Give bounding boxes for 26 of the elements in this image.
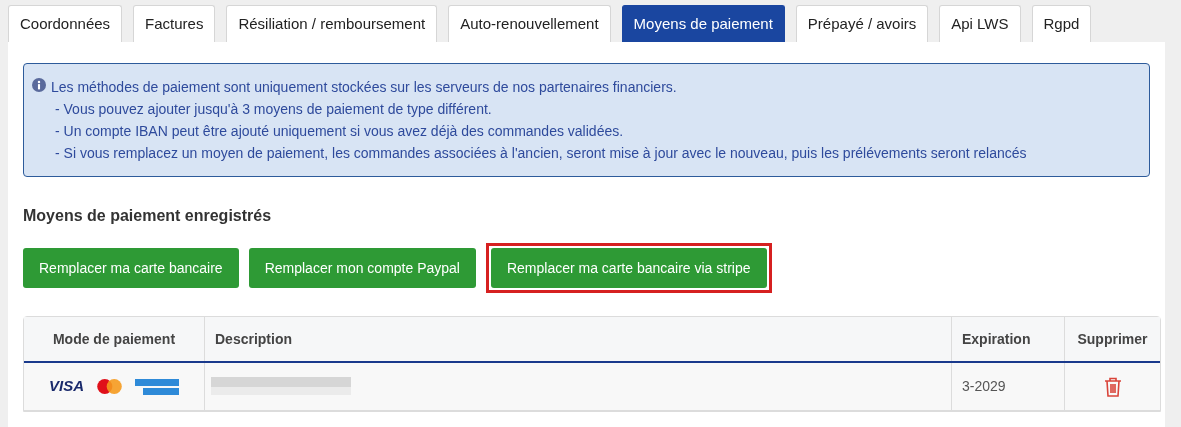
action-button[interactable]: Remplacer ma carte bancaire: [23, 248, 239, 288]
info-text: - Un compte IBAN peut être ajouté uniquement si vous avez déjà des commandes validées.: [54, 122, 625, 141]
info-text: - Si vous remplacez un moyen de paiement, les commandes associées à l'ancien, seront mise à jour avec le nouveau, puis les prélévements seront relancés: [54, 144, 1027, 163]
visa-logo: VISA: [49, 376, 84, 397]
action-button[interactable]: Remplacer ma carte bancaire via stripe: [490, 248, 767, 288]
card-circles-icon: [96, 378, 123, 395]
tab[interactable]: Factures: [133, 5, 216, 42]
tab[interactable]: Api LWS: [939, 5, 1021, 42]
section-title: Moyens de paiement enregistrés: [23, 206, 273, 226]
column-header: Mode de paiement: [52, 329, 176, 349]
info-text: Les méthodes de paiement sont uniquement stockées sur les serveurs de nos partenaires financiers.: [51, 78, 678, 97]
info-text: - Vous pouvez ajouter jusqu'à 3 moyens de paiement de type différent.: [54, 100, 493, 119]
tab[interactable]: Auto-renouvellement: [448, 5, 611, 42]
expiration-date: 3-2029: [962, 377, 1006, 396]
info-icon: [32, 78, 46, 92]
tab[interactable]: Prépayé / avoirs: [795, 5, 929, 42]
card-logo-icon: [135, 377, 179, 396]
tab[interactable]: Moyens de paiement: [621, 5, 785, 42]
tab[interactable]: Coordonnées: [8, 5, 123, 42]
action-button[interactable]: Remplacer mon compte Paypal: [248, 248, 476, 288]
column-header: Description: [215, 329, 292, 349]
column-header: Expiration: [962, 329, 1031, 349]
tab[interactable]: Rgpd: [1031, 5, 1092, 42]
column-header: Supprimer: [1077, 329, 1148, 349]
trash-icon[interactable]: [1103, 376, 1122, 397]
tab[interactable]: Résiliation / remboursement: [226, 5, 438, 42]
